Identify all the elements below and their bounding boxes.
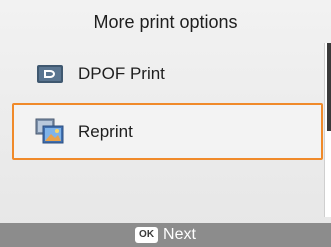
printer-menu-screen: More print options DPOF Print Reprint OK… xyxy=(0,0,331,247)
screen-title: More print options xyxy=(93,12,238,32)
dpof-print-icon xyxy=(37,65,63,83)
menu-item-reprint[interactable]: Reprint xyxy=(12,103,323,160)
scrollbar-thumb[interactable] xyxy=(327,43,331,131)
ok-button-badge: OK xyxy=(135,227,159,243)
footer-bar: OK Next xyxy=(0,223,331,247)
next-action-label: Next xyxy=(163,226,196,243)
menu-item-label: Reprint xyxy=(78,121,133,141)
menu-item-dpof-print[interactable]: DPOF Print xyxy=(12,48,323,100)
menu-item-label: DPOF Print xyxy=(78,64,165,83)
reprint-photos-icon xyxy=(35,118,64,143)
